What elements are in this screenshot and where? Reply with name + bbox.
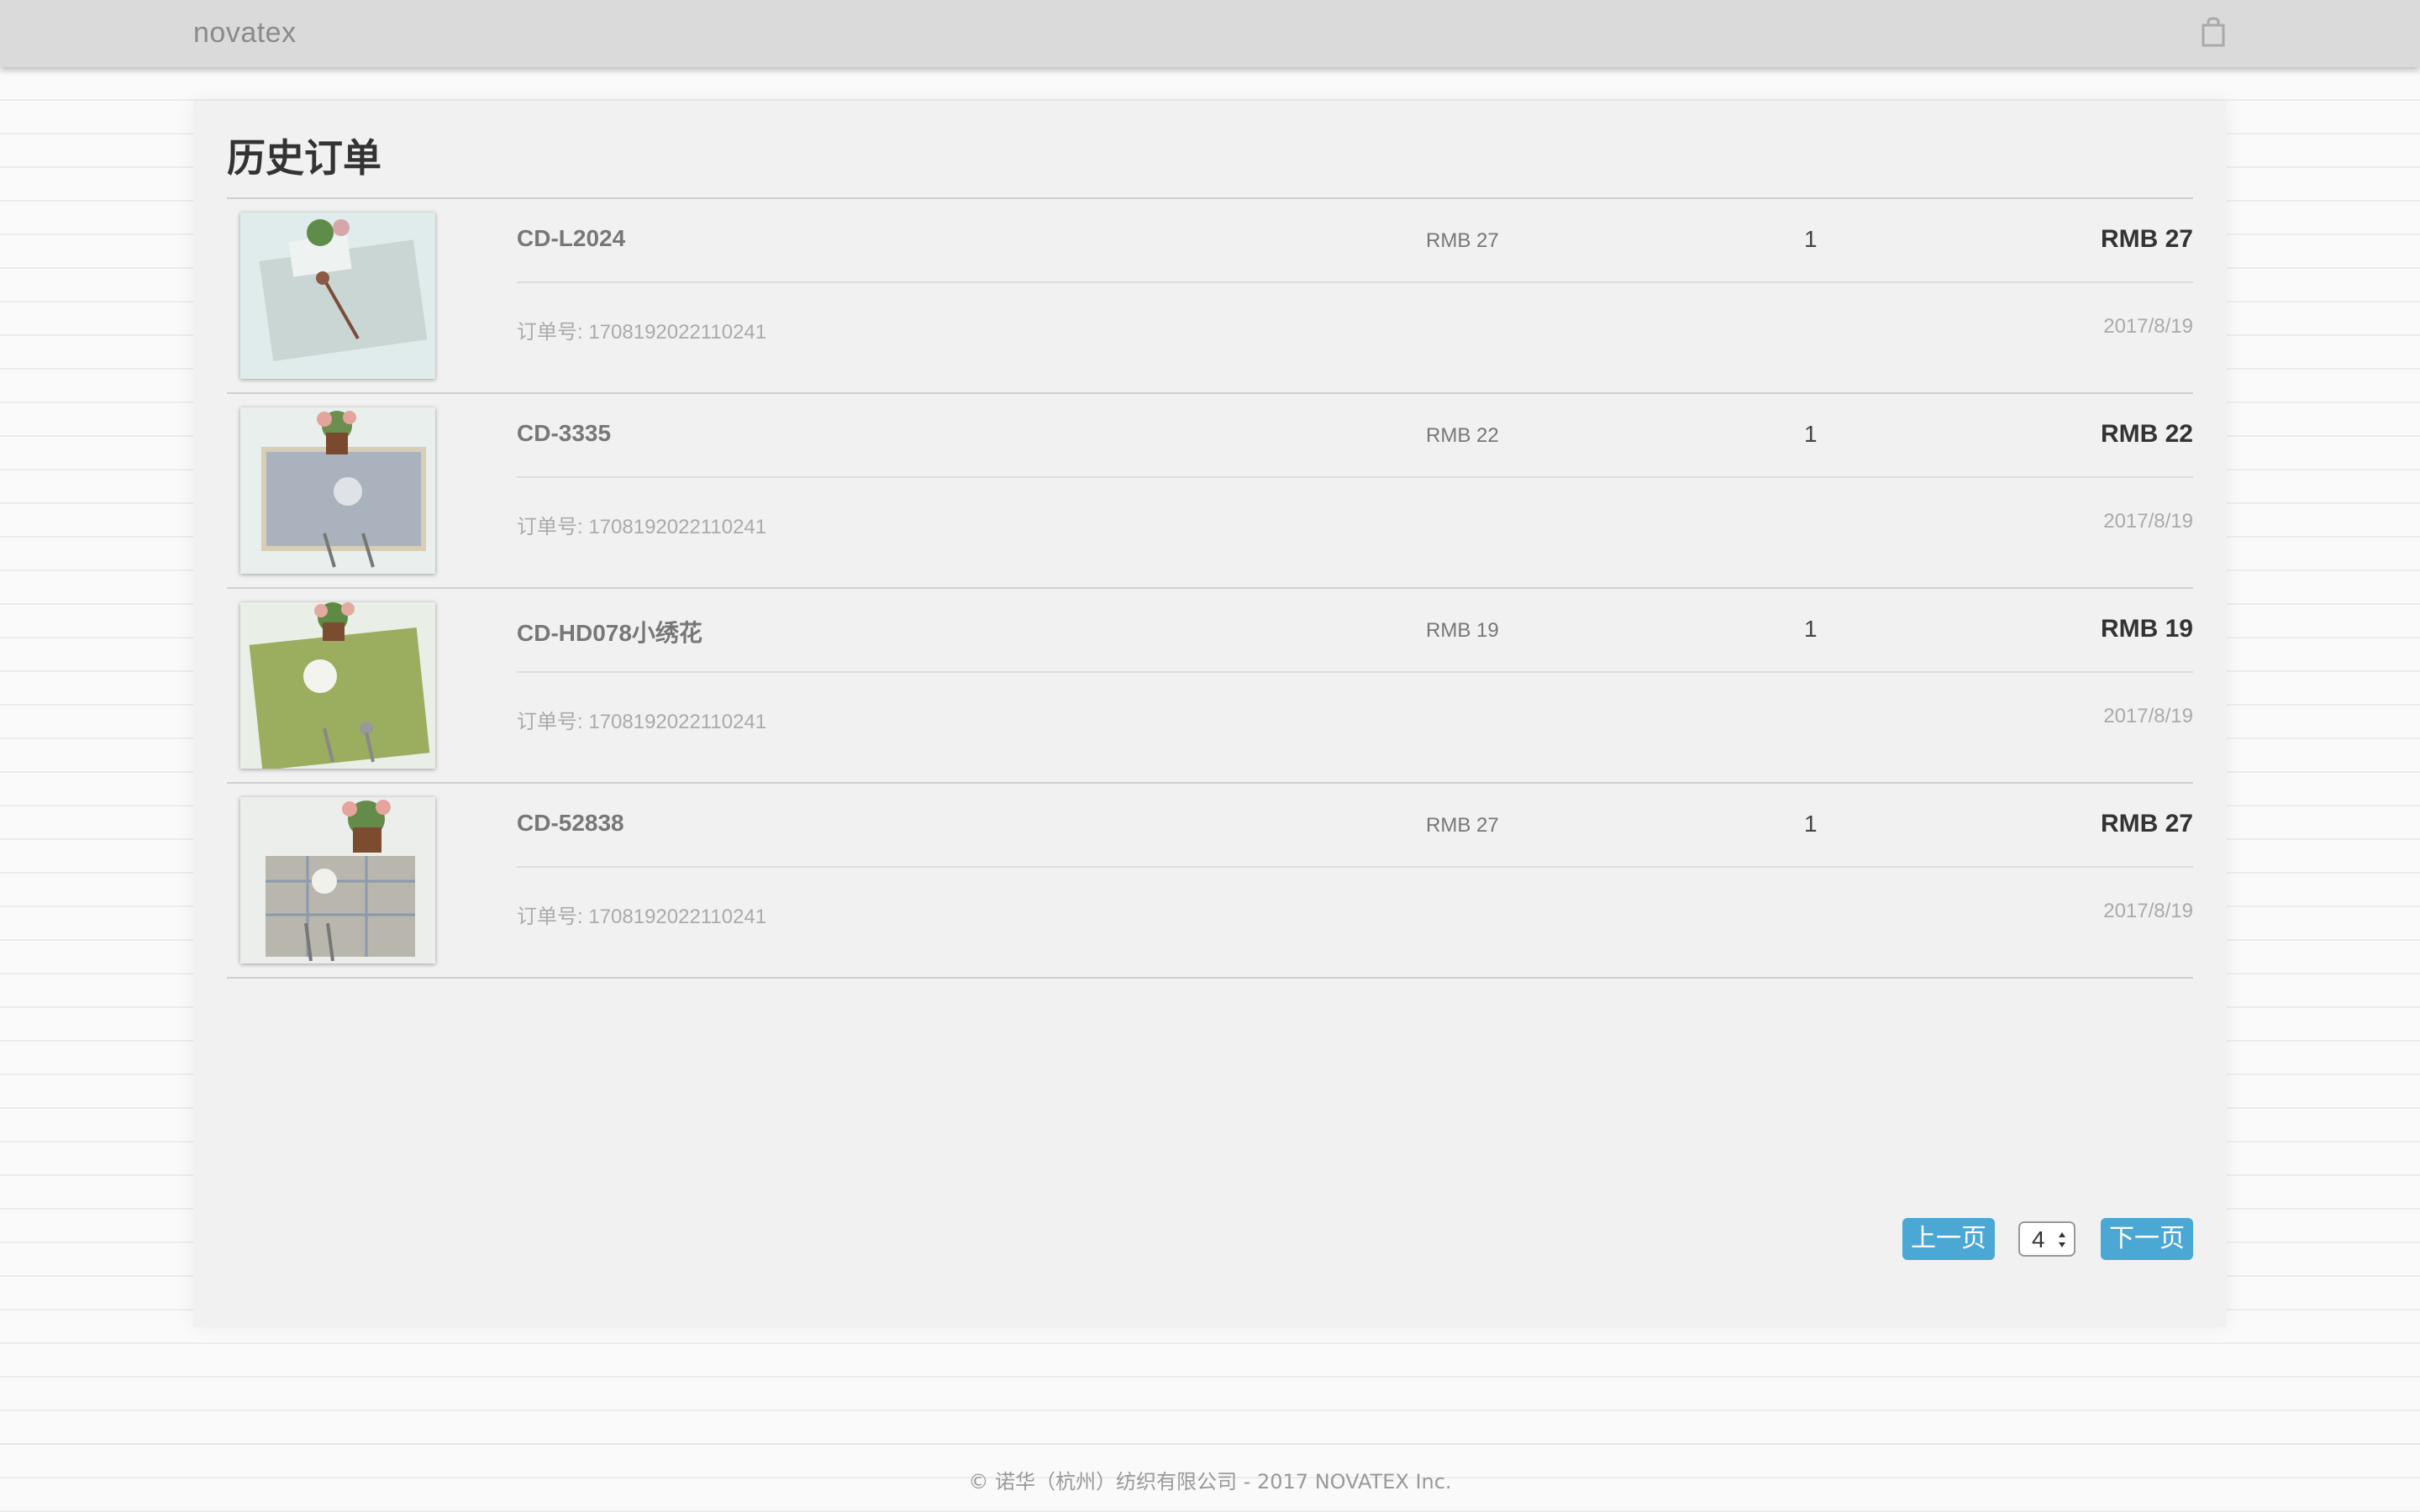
- total-price: RMB 19: [2100, 615, 2193, 643]
- order-date: 2017/8/19: [2103, 705, 2193, 727]
- order-row[interactable]: CD-L2024 RMB 27 1 RMB 27 订单号: 1708192022…: [227, 199, 2193, 394]
- order-number: 订单号: 1708192022110241: [517, 516, 767, 538]
- order-number: 订单号: 1708192022110241: [517, 906, 767, 928]
- product-name[interactable]: CD-L2024: [517, 225, 625, 252]
- total-price: RMB 27: [2100, 225, 2193, 253]
- product-thumbnail[interactable]: [240, 407, 435, 574]
- footer-divider: [0, 1443, 2420, 1445]
- order-number: 订单号: 1708192022110241: [517, 711, 767, 733]
- product-name[interactable]: CD-52838: [517, 810, 624, 837]
- unit-price: RMB 27: [1426, 229, 1499, 252]
- row-divider: [517, 866, 2193, 868]
- quantity: 1: [1804, 616, 1818, 642]
- row-divider: [517, 476, 2193, 478]
- product-thumbnail[interactable]: [240, 213, 435, 379]
- quantity: 1: [1804, 226, 1818, 252]
- shopping-bag-icon[interactable]: [2196, 15, 2230, 49]
- order-row[interactable]: CD-HD078小绣花 RMB 19 1 RMB 19 订单号: 1708192…: [227, 589, 2193, 784]
- unit-price: RMB 27: [1426, 814, 1499, 837]
- row-divider: [517, 281, 2193, 283]
- order-date: 2017/8/19: [2103, 900, 2193, 922]
- order-date: 2017/8/19: [2103, 510, 2193, 533]
- current-page-value: 4: [2032, 1226, 2045, 1252]
- order-history-panel: 历史订单 CD-L2024 RMB 27 1 RMB 27 订单号: 17081…: [193, 101, 2227, 1327]
- order-row[interactable]: CD-3335 RMB 22 1 RMB 22 订单号: 17081920221…: [227, 394, 2193, 589]
- order-list: CD-L2024 RMB 27 1 RMB 27 订单号: 1708192022…: [227, 197, 2193, 979]
- select-arrows-icon: [2057, 1228, 2067, 1252]
- order-number: 订单号: 1708192022110241: [517, 321, 767, 344]
- brand-logo[interactable]: novatex: [193, 17, 297, 50]
- quantity: 1: [1804, 421, 1818, 447]
- unit-price: RMB 19: [1426, 619, 1499, 642]
- footer-copyright: © 诺华（杭州）纺织有限公司 - 2017 NOVATEX Inc.: [968, 1470, 1452, 1494]
- order-row[interactable]: CD-52838 RMB 27 1 RMB 27 订单号: 1708192022…: [227, 784, 2193, 979]
- product-name[interactable]: CD-3335: [517, 420, 611, 447]
- page-number-select[interactable]: 4: [2018, 1221, 2075, 1257]
- quantity: 1: [1804, 811, 1818, 837]
- order-date: 2017/8/19: [2103, 315, 2193, 338]
- total-price: RMB 22: [2100, 420, 2193, 448]
- unit-price: RMB 22: [1426, 424, 1499, 447]
- row-divider: [517, 671, 2193, 673]
- product-name[interactable]: CD-HD078小绣花: [517, 615, 702, 648]
- top-navbar: novatex: [0, 0, 2420, 67]
- product-thumbnail[interactable]: [240, 797, 435, 963]
- product-thumbnail[interactable]: [240, 602, 435, 769]
- total-price: RMB 27: [2100, 810, 2193, 837]
- prev-page-button[interactable]: 上一页: [1902, 1218, 1995, 1260]
- page-title: 历史订单: [227, 135, 381, 181]
- next-page-button[interactable]: 下一页: [2101, 1218, 2193, 1260]
